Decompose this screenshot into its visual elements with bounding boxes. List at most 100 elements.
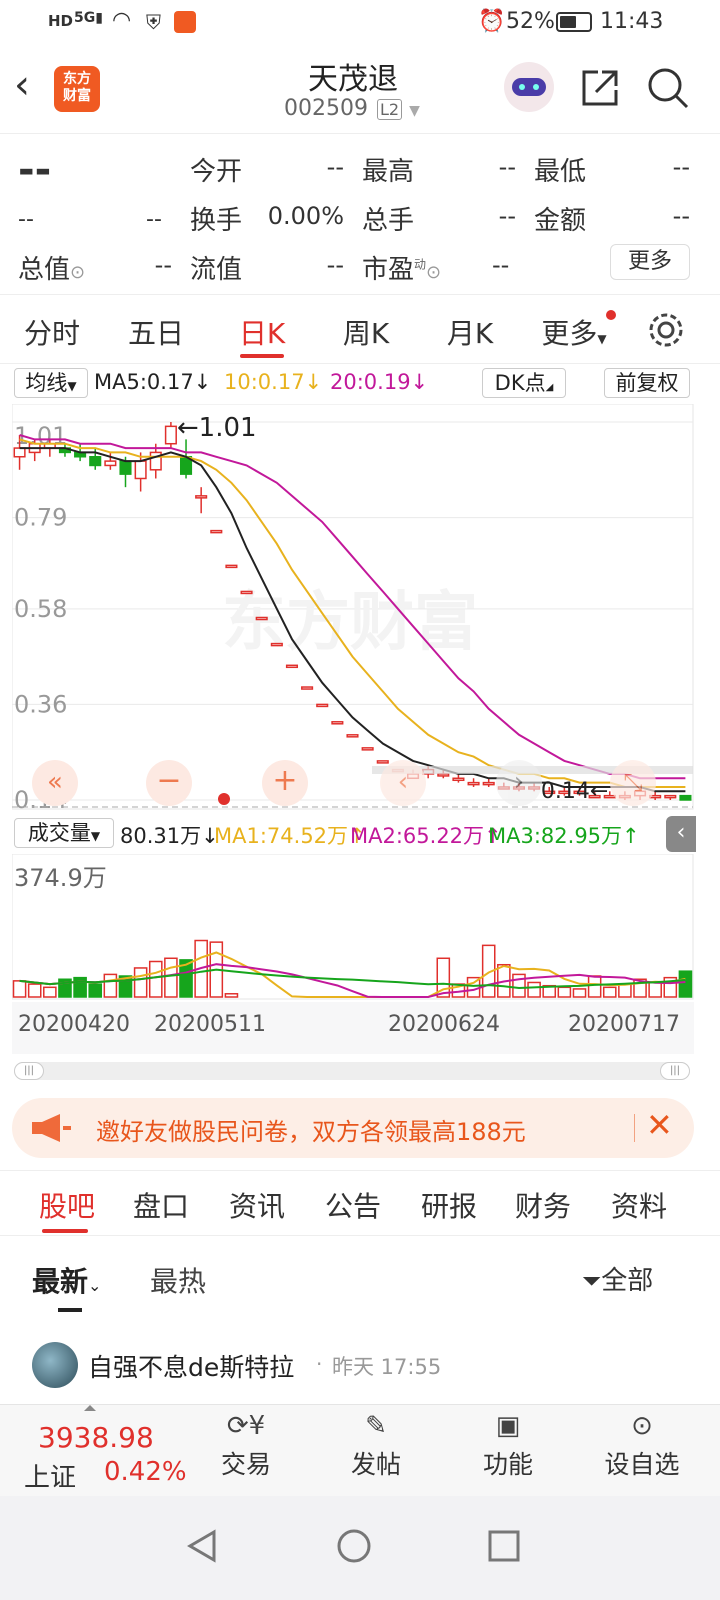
filter-icon: ⏷ — [582, 1267, 602, 1295]
price-adjust-button[interactable]: 前复权 — [604, 368, 690, 398]
close-icon[interactable]: ✕ — [646, 1106, 673, 1144]
volume-bar — [224, 993, 239, 998]
active-subtab-indicator — [42, 1229, 88, 1233]
sort-latest[interactable]: 最新⌄ — [32, 1260, 101, 1300]
tab-forum[interactable]: 股吧 — [22, 1185, 112, 1225]
divider — [634, 1114, 635, 1142]
min-price-label: 0.14← — [541, 779, 608, 804]
label-low: 最低 — [534, 157, 587, 187]
zoom-out-icon[interactable]: − — [146, 760, 192, 806]
battery-icon — [556, 12, 592, 32]
label-pe: 市盈动⊙ — [362, 255, 442, 285]
candle-body — [376, 760, 389, 764]
volume-indicator-bar: 成交量▼ 80.31万↓ MA1:74.52万↑ MA2:65.22万↑ MA3… — [0, 814, 720, 852]
event-marker[interactable] — [218, 793, 230, 805]
nav-back-icon[interactable] — [184, 1528, 220, 1564]
forum-feed: 最新⌄ 最热 ⏷全部 自强不息de斯特拉 · 昨天 17:55 — [0, 1238, 720, 1404]
trade-button[interactable]: ⟳¥ 交易 — [210, 1411, 282, 1481]
value-turnover: 0.00% — [267, 202, 344, 230]
sort-hot[interactable]: 最热 — [150, 1260, 206, 1300]
more-button[interactable]: 更多 — [610, 244, 690, 280]
filter-button[interactable]: ⏷全部 — [582, 1260, 653, 1297]
range-scrollbar[interactable]: ||| ||| — [14, 1062, 690, 1080]
index-name[interactable]: 上证 — [24, 1457, 76, 1494]
tab-five-day[interactable]: 五日 — [114, 312, 198, 352]
tab-announcements[interactable]: 公告 — [308, 1185, 398, 1225]
back-arrow-icon[interactable]: ‹ — [14, 62, 30, 108]
tab-finance[interactable]: 财务 — [498, 1185, 588, 1225]
volume-bar — [103, 973, 118, 998]
tab-intraday[interactable]: 分时 — [10, 312, 94, 352]
candle-body — [270, 642, 283, 647]
volume-bar — [43, 986, 57, 998]
robot-assistant-icon[interactable] — [504, 62, 554, 112]
y-tick-label: 0.79 — [14, 504, 67, 532]
info-icon[interactable]: ⊙ — [426, 262, 441, 283]
ma-selector[interactable]: 均线▼ — [14, 368, 88, 398]
volume-value: 80.31万↓ — [120, 824, 219, 848]
prev-icon[interactable]: ‹ — [380, 760, 426, 806]
volume-chart[interactable]: 374.9万 — [12, 854, 694, 1000]
range-handle-right[interactable]: ||| — [660, 1062, 690, 1080]
price-change: -- — [18, 207, 34, 232]
zoom-in-icon[interactable]: + — [262, 760, 308, 806]
grid-icon: ▣ — [495, 1411, 521, 1441]
tab-weekly-k[interactable]: 周K — [324, 312, 408, 352]
tab-daily-k[interactable]: 日K — [220, 312, 304, 352]
bottom-toolbar: 3938.98 上证 0.42% ⟳¥ 交易 ✎ 发帖 ▣ 功能 ⊙ 设自选 — [0, 1404, 720, 1496]
tab-more[interactable]: 更多▼ — [532, 312, 616, 352]
volume-bar — [88, 983, 103, 998]
label-amount: 金额 — [534, 206, 587, 236]
candle-body — [240, 590, 253, 595]
share-icon[interactable] — [578, 66, 622, 110]
search-icon[interactable] — [646, 66, 690, 110]
price: -- — [18, 147, 52, 193]
candle-body — [679, 794, 692, 801]
volume-selector[interactable]: 成交量▼ — [14, 818, 114, 848]
ma-indicator-bar: 均线▼ MA5:0.17↓ 10:0.17↓ 20:0.19↓ DK点◢ 前复权 — [0, 366, 720, 402]
promo-banner[interactable]: 邀好友做股民问卷，双方各领最高188元 ✕ — [12, 1098, 694, 1158]
collapse-panel-icon[interactable]: ‹ — [666, 816, 696, 852]
post-author[interactable]: 自强不息de斯特拉 — [88, 1348, 294, 1384]
functions-button[interactable]: ▣ 功能 — [472, 1411, 544, 1481]
reset-icon[interactable]: ⤡ — [610, 760, 656, 806]
index-value[interactable]: 3938.98 — [38, 1421, 154, 1454]
volume-bar — [587, 975, 602, 998]
quote-panel: -- -- -- 今开 -- 最高 -- 最低 -- 换手 0.00% 总手 -… — [0, 135, 720, 295]
info-icon[interactable]: ⊙ — [70, 262, 85, 283]
label-float-value: 流值 — [190, 255, 243, 285]
battery-percent: 52% — [506, 9, 555, 34]
range-handle-left[interactable]: ||| — [14, 1062, 44, 1080]
more-dots-icon: ⊙ — [631, 1411, 653, 1441]
stock-code: 002509 — [284, 96, 368, 121]
kline-chart[interactable]: 东方财富 1.010.790.580.360.14 ←1.01 0.14← — [12, 404, 694, 810]
eastmoney-logo[interactable]: 东方 财富 — [54, 66, 100, 112]
scroll-left-icon[interactable]: « — [32, 760, 78, 806]
date-label: 20200717 — [568, 1012, 680, 1037]
add-watchlist-button[interactable]: ⊙ 设自选 — [594, 1411, 690, 1481]
settings-gear-icon[interactable] — [646, 310, 686, 350]
dk-point-toggle[interactable]: DK点◢ — [482, 368, 566, 398]
stock-code-row[interactable]: 002509 L2 ▼ — [284, 96, 420, 121]
nav-home-icon[interactable] — [336, 1528, 372, 1564]
tab-monthly-k[interactable]: 月K — [428, 312, 512, 352]
post-button[interactable]: ✎ 发帖 — [340, 1411, 412, 1481]
avatar[interactable] — [32, 1342, 78, 1388]
status-bar: HD 5G▮ ◠ ⛨ ⏰ 52% 11:43 — [0, 0, 720, 46]
tab-news[interactable]: 资讯 — [212, 1185, 302, 1225]
sort-indicator — [58, 1308, 82, 1312]
tab-research[interactable]: 研报 — [404, 1185, 494, 1225]
volume-bar — [557, 986, 572, 998]
index-change[interactable]: 0.42% — [104, 1457, 187, 1487]
candle-body — [210, 529, 223, 534]
trade-icon: ⟳¥ — [226, 1411, 266, 1441]
level2-badge: L2 — [376, 99, 403, 120]
tab-orderbook[interactable]: 盘口 — [116, 1185, 206, 1225]
value-total-value: -- — [154, 251, 172, 279]
nav-recents-icon[interactable] — [486, 1528, 522, 1564]
tab-profile[interactable]: 资料 — [594, 1185, 684, 1225]
vol-ma2-value: MA2:65.22万↑ — [350, 824, 502, 848]
volume-bar — [12, 980, 27, 998]
next-icon[interactable]: › — [496, 760, 542, 806]
active-tab-indicator — [240, 354, 284, 358]
